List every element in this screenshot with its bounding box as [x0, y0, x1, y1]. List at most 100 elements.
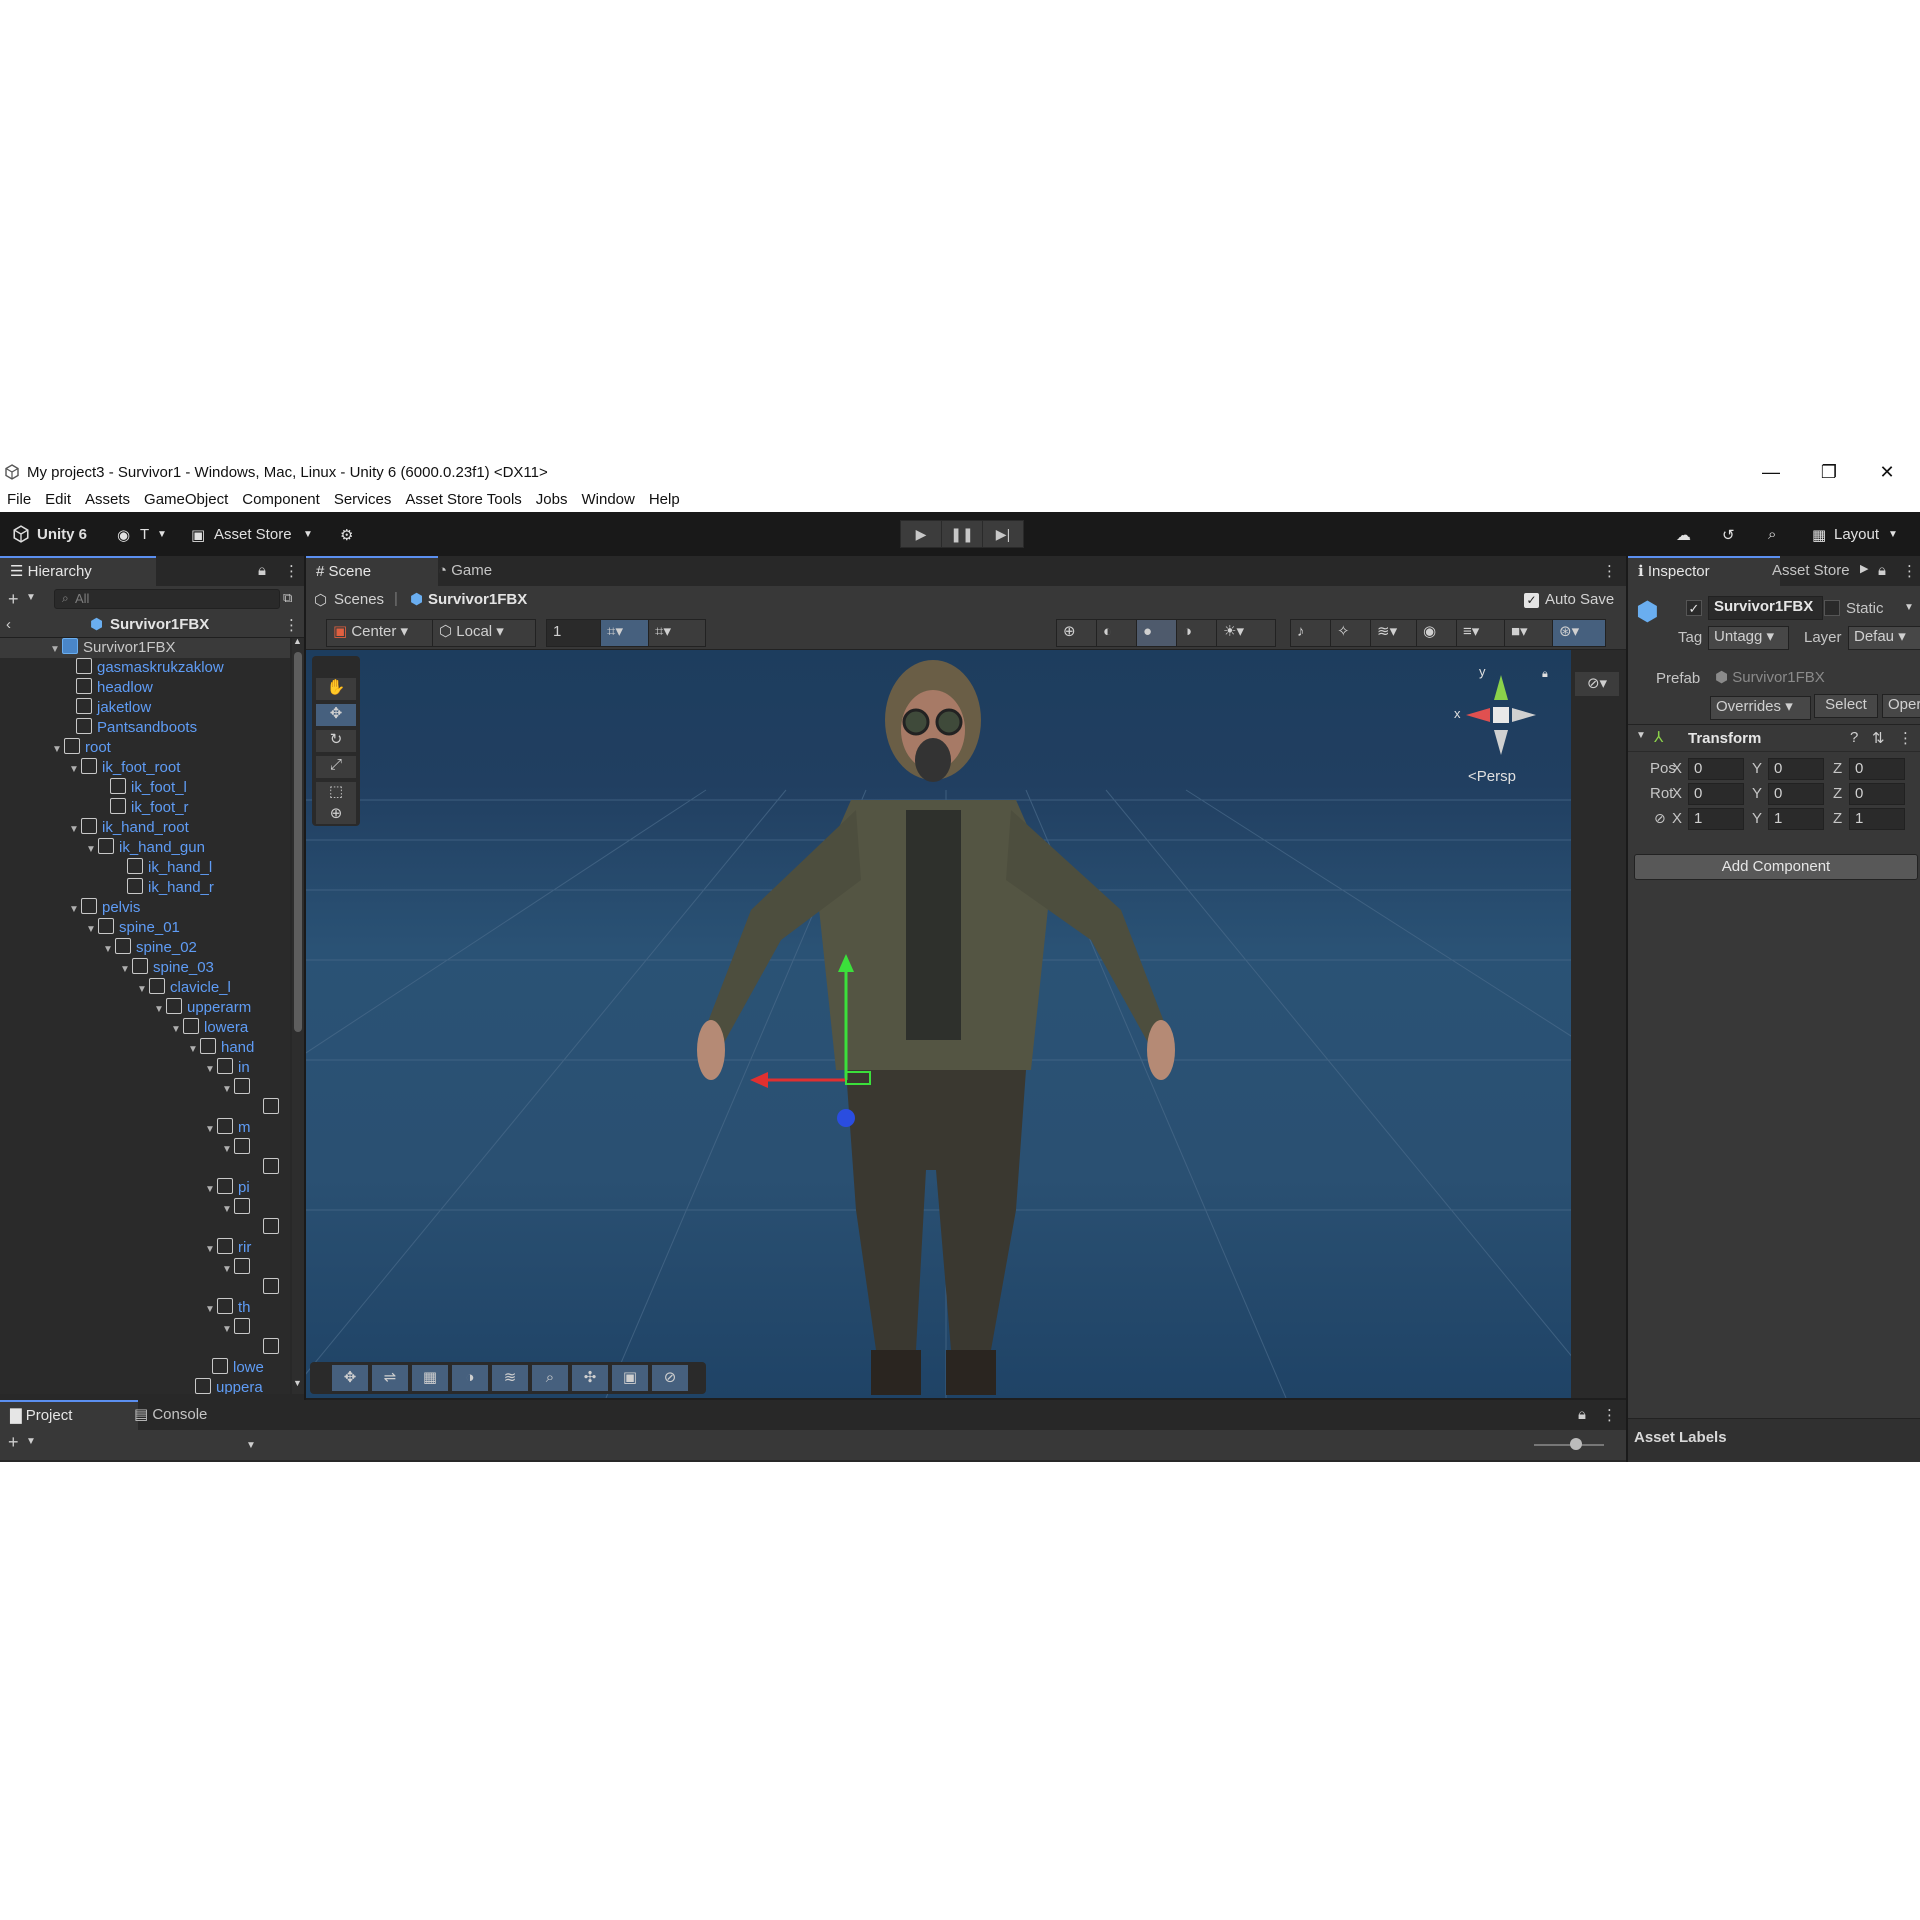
expand-arrow-icon[interactable]: ▼	[69, 900, 81, 918]
expand-arrow-icon[interactable]: ▼	[50, 640, 62, 658]
menu-gameobject[interactable]: GameObject	[137, 488, 235, 512]
search-icon[interactable]: ⌕	[1768, 526, 1776, 543]
unity-version-label[interactable]: Unity 6	[37, 526, 87, 543]
hierarchy-item[interactable]: ▼	[0, 1318, 290, 1338]
tab-project[interactable]: ▇ Project	[0, 1400, 138, 1432]
move-tool-icon[interactable]: ✥	[316, 704, 356, 726]
zoom-slider[interactable]	[1534, 1438, 1604, 1450]
scene-viewport[interactable]: ✋ ✥ ↻ ⤢ ⬚ ⊕ y x 🔒︎ <Persp ✥ ⇌ ▦ ◑ ≋ ⌕ ✣ …	[306, 650, 1571, 1398]
transform-z-field[interactable]: 0	[1849, 758, 1905, 780]
lock-icon[interactable]: 🔒︎	[1878, 562, 1886, 579]
hierarchy-scroll-thumb[interactable]	[294, 652, 302, 1032]
zoom-slider-thumb[interactable]	[1570, 1438, 1582, 1450]
transform-y-field[interactable]: 0	[1768, 783, 1824, 805]
align-icon[interactable]: ⇌	[372, 1365, 408, 1391]
menu-edit[interactable]: Edit	[38, 488, 78, 512]
create-plus-icon[interactable]: +	[8, 1432, 19, 1453]
expand-arrow-icon[interactable]: ▼	[69, 820, 81, 838]
hierarchy-item[interactable]: ▼ upperarm	[0, 998, 290, 1018]
presets-icon[interactable]: ⇅	[1872, 729, 1885, 747]
hierarchy-item[interactable]: ▼ pelvis	[0, 898, 290, 918]
static-checkbox[interactable]	[1824, 600, 1840, 616]
maximize-button[interactable]: ❐	[1806, 458, 1852, 486]
expand-arrow-icon[interactable]: ▼	[154, 1000, 166, 1018]
settings-gear-icon[interactable]: ⚙	[340, 526, 353, 544]
transform-y-field[interactable]: 0	[1768, 758, 1824, 780]
hierarchy-item[interactable]: gasmaskrukzaklow	[0, 658, 290, 678]
breadcrumb-scenes[interactable]: Scenes	[334, 591, 384, 608]
hierarchy-item[interactable]: ▼ ik_hand_gun	[0, 838, 290, 858]
snap-icon[interactable]: ✣	[572, 1365, 608, 1391]
transform-tool-icon[interactable]: ⊕	[316, 804, 356, 824]
tab-scene[interactable]: # Scene	[306, 556, 438, 588]
hierarchy-item[interactable]: ▼ spine_01	[0, 918, 290, 938]
hierarchy-item[interactable]: lowe	[0, 1358, 290, 1378]
expand-arrow-icon[interactable]: ▼	[103, 940, 115, 958]
expand-arrow-icon[interactable]: ▼	[205, 1060, 217, 1078]
debug-draw-icon[interactable]: ☀▾	[1216, 619, 1276, 647]
projection-toggle[interactable]: <Persp	[1468, 768, 1516, 785]
kebab-menu-icon[interactable]: ⋮	[284, 616, 299, 634]
active-checkbox[interactable]: ✓	[1686, 600, 1702, 616]
hierarchy-item[interactable]: ▼ in	[0, 1058, 290, 1078]
menu-window[interactable]: Window	[574, 488, 641, 512]
expand-arrow-icon[interactable]: ▼	[188, 1040, 200, 1058]
hierarchy-item[interactable]: ▼ ik_foot_root	[0, 758, 290, 778]
create-chevron-icon[interactable]: ▼	[26, 1436, 36, 1447]
orientation-compass-icon[interactable]: ⊘▾	[1575, 672, 1619, 696]
hierarchy-item[interactable]: ▼ clavicle_l	[0, 978, 290, 998]
search-type-chevron-icon[interactable]: ▼	[246, 1440, 256, 1451]
object-name-field[interactable]: Survivor1FBX	[1708, 596, 1823, 620]
layout-dropdown[interactable]: Layout	[1834, 526, 1879, 543]
transform-z-field[interactable]: 1	[1849, 808, 1905, 830]
help-icon[interactable]: ?	[1850, 729, 1858, 746]
pause-button[interactable]: ❚❚	[941, 520, 983, 548]
expand-arrow-icon[interactable]: ▼	[205, 1120, 217, 1138]
play-button[interactable]: ▶	[900, 520, 942, 548]
step-button[interactable]: ▶|	[982, 520, 1024, 548]
transform-header[interactable]: ▼ ⅄ Transform ? ⇅ ⋮	[1628, 724, 1920, 752]
hierarchy-item[interactable]: ▼ ik_hand_root	[0, 818, 290, 838]
gizmos-icon[interactable]: ⊛▾	[1552, 619, 1606, 647]
expand-arrow-icon[interactable]: ▼	[222, 1080, 234, 1098]
hierarchy-item[interactable]: ▼ th	[0, 1298, 290, 1318]
cloud-icon[interactable]: ☁	[1676, 526, 1691, 544]
grid-size-field[interactable]: 1	[546, 619, 608, 647]
hierarchy-search-input[interactable]: All	[54, 589, 280, 609]
menu-component[interactable]: Component	[235, 488, 327, 512]
hierarchy-item[interactable]: ▼ lowera	[0, 1018, 290, 1038]
menu-assets[interactable]: Assets	[78, 488, 137, 512]
tab-console[interactable]: ▤ Console	[124, 1400, 217, 1430]
scroll-up-icon[interactable]: ▲	[293, 636, 302, 646]
tab-hierarchy[interactable]: ☰ Hierarchy	[0, 556, 156, 588]
hierarchy-item[interactable]: ▼ hand	[0, 1038, 290, 1058]
rotate-tool-icon[interactable]: ↻	[316, 730, 356, 752]
menu-jobs[interactable]: Jobs	[529, 488, 575, 512]
menu-help[interactable]: Help	[642, 488, 687, 512]
hierarchy-item[interactable]: ▼ rir	[0, 1238, 290, 1258]
transform-x-field[interactable]: 0	[1688, 783, 1744, 805]
kebab-menu-icon[interactable]: ⋮	[1898, 729, 1913, 747]
static-chevron-icon[interactable]: ▼	[1904, 602, 1914, 613]
account-button[interactable]: T	[140, 526, 149, 543]
history-icon[interactable]: ↺	[1722, 526, 1735, 544]
hierarchy-item[interactable]: ▼	[0, 1258, 290, 1278]
expand-arrow-icon[interactable]: ▼	[222, 1200, 234, 1218]
expand-arrow-icon[interactable]: ▼	[69, 760, 81, 778]
layer-dropdown[interactable]: Defau ▾	[1848, 626, 1920, 650]
navigate-icon[interactable]: ⊘	[652, 1365, 688, 1391]
overrides-dropdown[interactable]: Overrides ▾	[1710, 696, 1811, 720]
hierarchy-item[interactable]	[0, 1098, 290, 1118]
expand-arrow-icon[interactable]: ▼	[171, 1020, 183, 1038]
menu-file[interactable]: File	[0, 488, 38, 512]
minimize-button[interactable]: —	[1748, 458, 1794, 486]
hierarchy-item[interactable]: Pantsandboots	[0, 718, 290, 738]
kebab-menu-icon[interactable]: ⋮	[1602, 562, 1617, 580]
kebab-menu-icon[interactable]: ⋮	[1902, 562, 1917, 580]
space-local-dropdown[interactable]: ⬡ Local ▾	[432, 619, 536, 647]
expand-arrow-icon[interactable]: ▼	[222, 1320, 234, 1338]
tab-game[interactable]: ◔ Game	[428, 556, 502, 586]
scene-visibility-icon[interactable]: ⧉	[283, 590, 292, 606]
hierarchy-item[interactable]: ▼ spine_03	[0, 958, 290, 978]
hierarchy-item[interactable]: ▼ pi	[0, 1178, 290, 1198]
